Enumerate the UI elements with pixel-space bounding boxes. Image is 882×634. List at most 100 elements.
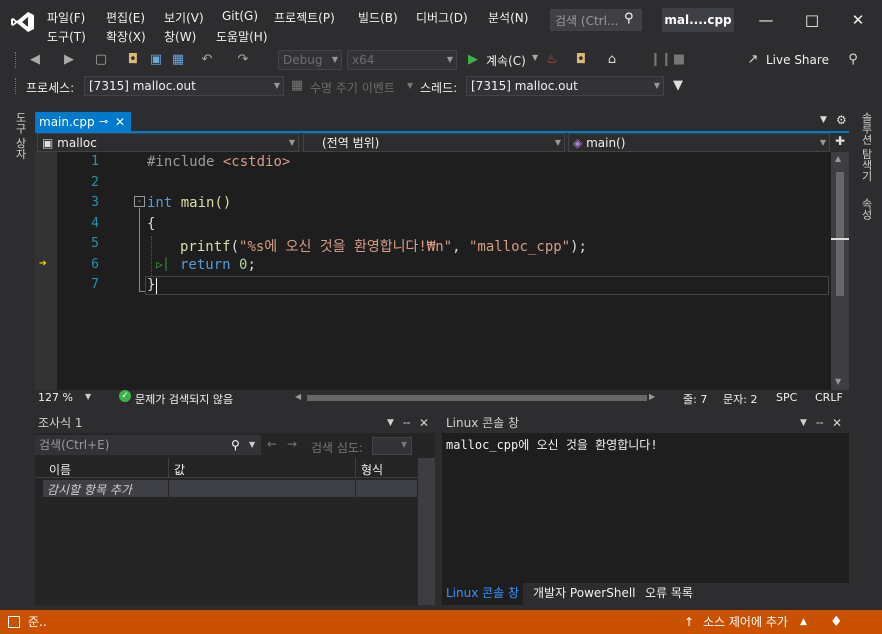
close-icon[interactable]: ✕ [419,413,429,433]
platform-dropdown[interactable]: x64 ▼ [347,50,457,70]
column-type[interactable]: 형식 [361,461,383,478]
toolbox-tab[interactable]: 도구 상자 [12,112,28,160]
column-name[interactable]: 이름 [49,461,71,478]
vs-logo-icon[interactable] [10,10,36,34]
save-icon[interactable]: ▣ [148,50,164,70]
live-share-icon[interactable]: ↗ [745,50,761,70]
source-control-button[interactable]: 소스 제어에 추가 [703,610,788,634]
pin-icon[interactable]: ╌ [816,413,823,433]
menu-build[interactable]: 빌드(B) [358,9,398,26]
run-to-click-icon[interactable]: ▷│ [156,258,169,271]
close-icon[interactable]: ✕ [844,8,872,32]
lifecycle-events-dropdown[interactable]: 수명 주기 이벤트 [310,79,395,96]
filter-icon[interactable]: ▼ [670,76,686,96]
zoom-level[interactable]: 127 % [38,391,73,404]
console-output[interactable]: malloc_cpp에 오신 것을 환영합니다! [446,436,658,453]
undo-icon[interactable]: ↶ [198,50,216,70]
hot-reload-icon[interactable]: ♨ [545,50,559,70]
gear-icon[interactable]: ⚙ [836,113,847,127]
split-icon[interactable]: ✚ [835,134,845,148]
breakpoint-margin[interactable] [35,152,57,390]
chevron-down-icon[interactable]: ▼ [532,53,538,62]
watch-search-input[interactable]: 검색(Ctrl+E) ⚲ ▼ [35,435,261,455]
watch-scrollbar[interactable] [418,458,435,605]
tab-developer-powershell[interactable]: 개발자 PowerShell [533,583,636,603]
home-icon[interactable]: ⌂ [604,50,620,70]
redo-icon[interactable]: ↷ [234,50,252,70]
tab-dropdown-icon[interactable]: ▼ [820,115,827,125]
menu-view[interactable]: 보기(V) [164,9,204,26]
pause-icon[interactable]: ❙❙ [650,50,672,70]
config-dropdown[interactable]: Debug ▼ [278,50,342,70]
thread-dropdown[interactable]: [7315] malloc.out ▼ [466,76,664,96]
process-dropdown[interactable]: [7315] malloc.out ▼ [84,76,284,96]
chevron-down-icon[interactable]: ▼ [407,81,413,90]
menu-analyze[interactable]: 분석(N) [488,9,528,26]
pin-icon[interactable]: ╌ [403,413,410,433]
whitespace-indicator[interactable]: SPC [776,391,797,404]
minimize-icon[interactable]: — [752,8,780,32]
folder-search-icon[interactable]: ◘ [572,50,590,70]
scope-dropdown[interactable]: (전역 범위) ▼ [303,133,565,152]
chevron-down-icon[interactable]: ▼ [85,392,91,401]
new-item-icon[interactable]: ▢ [92,50,110,70]
scroll-down-icon[interactable]: ▼ [835,377,841,386]
column-indicator[interactable]: 문자: 2 [723,391,757,407]
scroll-up-icon[interactable]: ▲ [835,154,841,163]
scroll-left-icon[interactable]: ◀ [295,392,301,401]
column-value[interactable]: 값 [174,461,185,478]
tab-error-list[interactable]: 오류 목록 [645,583,693,603]
live-share-button[interactable]: Live Share [766,53,829,67]
watch-add-row[interactable]: 감시할 항목 추가 [43,480,417,497]
panel-menu-icon[interactable]: ▼ [800,413,807,433]
solution-explorer-tab[interactable]: 솔루션 탐색기 [858,112,874,182]
arrow-up-icon[interactable]: ↑ [684,610,694,634]
pin-icon[interactable]: ⊸ [99,112,108,132]
open-folder-icon[interactable]: ◘ [124,50,142,70]
menu-debug[interactable]: 디버그(D) [416,9,468,26]
scroll-right-icon[interactable]: ▶ [649,392,655,401]
issues-status[interactable]: 문제가 검색되지 않음 [135,391,233,407]
forward-icon[interactable]: ▶ [60,50,78,70]
lifecycle-events-icon[interactable]: ▦ [290,76,304,96]
horizontal-scrollbar[interactable] [307,395,647,401]
collapse-icon[interactable]: - [134,196,145,207]
close-icon[interactable]: ✕ [832,413,842,433]
panel-menu-icon[interactable]: ▼ [387,413,394,433]
search-icon[interactable]: ⚲ [624,11,634,26]
solution-name[interactable]: mal....cpp [662,8,734,32]
menu-extensions[interactable]: 확장(X) [106,28,146,45]
column-divider[interactable] [168,458,169,478]
tab-main-cpp[interactable]: main.cpp ⊸ ✕ [35,112,131,132]
menu-file[interactable]: 파일(F) [47,9,85,26]
tab-linux-console[interactable]: Linux 콘솔 창 [442,583,524,605]
add-watch-placeholder[interactable]: 감시할 항목 추가 [47,481,132,498]
continue-button[interactable]: 계속(C) [486,52,526,69]
project-dropdown[interactable]: ▣ malloc ▼ [37,133,299,152]
menu-help[interactable]: 도움말(H) [216,28,268,45]
search-depth-dropdown[interactable]: ▼ [372,437,412,455]
save-all-icon[interactable]: ▦ [170,50,186,70]
vertical-scrollbar[interactable]: ▲ ▼ [831,152,849,390]
menu-window[interactable]: 창(W) [164,28,196,45]
stop-icon[interactable]: ■ [672,50,686,70]
notification-bell-icon[interactable]: ♦ [830,610,843,634]
search-icon[interactable]: ⚲ [231,435,240,455]
member-dropdown[interactable]: ◈ main() ▼ [568,133,830,152]
code-editor[interactable]: 1 2 3 4 5 6 7 ➔ - #include <cstdio> int … [35,152,831,390]
column-divider[interactable] [355,458,356,478]
chevron-down-icon[interactable]: ▼ [249,435,255,455]
search-forward-icon[interactable]: → [287,437,297,451]
menu-git[interactable]: Git(G) [222,9,258,23]
close-tab-icon[interactable]: ✕ [115,112,125,132]
menu-project[interactable]: 프로젝트(P) [274,9,335,26]
maximize-icon[interactable]: □ [798,8,826,32]
scroll-thumb[interactable] [836,172,844,296]
continue-icon[interactable]: ▶ [466,50,480,70]
back-icon[interactable]: ◀ [26,50,44,70]
menu-tools[interactable]: 도구(T) [47,28,86,45]
line-indicator[interactable]: 줄: 7 [683,391,707,407]
menu-edit[interactable]: 편집(E) [106,9,145,26]
line-ending-indicator[interactable]: CRLF [815,391,843,404]
properties-tab[interactable]: 속성 [858,198,874,220]
